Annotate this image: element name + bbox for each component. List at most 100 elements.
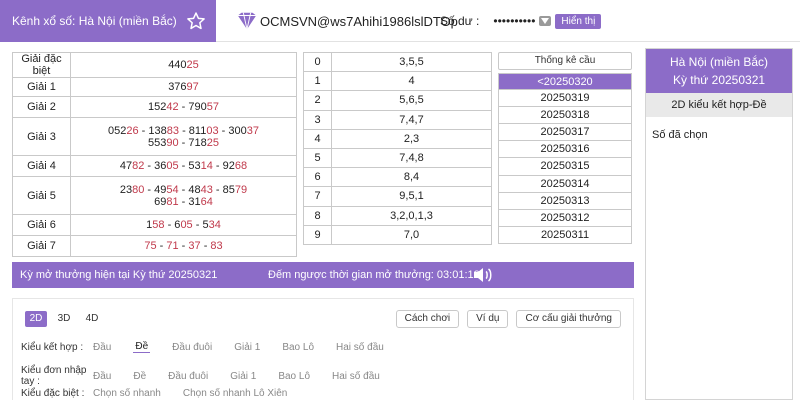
countdown-bar: Kỳ mở thưởng hiện tại Kỳ thứ 20250321 Đế… <box>12 262 634 288</box>
prize-tail-digits: 83 <box>166 124 180 137</box>
tab-4d[interactable]: 4D <box>81 311 103 327</box>
prize-numbers: 4782 - 3605 - 5314 - 9268 <box>70 155 297 177</box>
prize-numbers: 15242 - 79057 <box>70 96 297 118</box>
period-date-item[interactable]: 20250314 <box>498 175 632 193</box>
bet-option[interactable]: Giải 1 <box>234 342 260 353</box>
prize-name: Giải 1 <box>12 77 71 97</box>
head-tail-row: 5 7,4,8 <box>303 147 492 169</box>
period-date-item[interactable]: 20250313 <box>498 192 632 210</box>
prize-tail-digits: 54 <box>166 183 179 196</box>
region-title: Hà Nội (miền Bắc) <box>669 55 769 69</box>
prize-line: 55390 - 71825 <box>71 137 296 149</box>
bet-option[interactable]: Đề <box>133 341 151 353</box>
bet-option[interactable]: Hai số đầu <box>332 371 380 382</box>
period-date-item[interactable]: 20250316 <box>498 141 632 159</box>
prize-digits: 376 <box>168 81 187 93</box>
tail-values: 7,4,7 <box>331 109 492 130</box>
tab-2d[interactable]: 2D <box>25 311 47 327</box>
prize-numbers: 158 - 605 - 534 <box>70 214 297 236</box>
example-button[interactable]: Ví dụ <box>467 310 509 328</box>
prize-row: Giải 2 15242 - 79057 <box>12 96 297 118</box>
prize-tail-digits: 26 <box>126 124 139 137</box>
balance-toggle-button[interactable] <box>539 16 552 26</box>
prize-digits: 440 <box>168 59 187 71</box>
balance-value: •••••••••• <box>493 14 536 28</box>
period-date-item[interactable]: 20250319 <box>498 90 632 108</box>
prize-name: Giải 7 <box>12 235 71 257</box>
bet-option[interactable]: Hai số đầu <box>336 342 384 353</box>
prize-row: Giải 1 37697 <box>12 77 297 97</box>
prize-row: Giải 3 05226 - 13883 - 81103 - 30037 55390… <box>12 117 297 156</box>
prize-tail-digits: 43 <box>200 183 213 196</box>
prize-digits: - 811 <box>179 124 207 137</box>
prize-digits: 553 <box>148 136 167 149</box>
bet-option[interactable]: Đầu <box>93 342 111 353</box>
prize-name: Giải 5 <box>12 176 71 215</box>
period-date-item[interactable]: 20250315 <box>498 158 632 176</box>
head-digit: 0 <box>303 51 332 73</box>
prize-digits: - <box>156 240 167 252</box>
chosen-numbers-label: Số đã chọn <box>652 129 708 141</box>
prize-tail-digits: 42 <box>166 101 179 113</box>
head-tail-row: 6 8,4 <box>303 167 492 188</box>
prize-tail-digits: 25 <box>186 59 199 71</box>
bet-option[interactable]: Đề <box>133 371 146 382</box>
prize-digits: 052 <box>108 124 127 137</box>
period-date-item[interactable]: 20250311 <box>498 226 632 244</box>
prize-numbers: 75 - 71 - 37 - 83 <box>70 235 297 257</box>
favorite-star-button[interactable] <box>184 9 208 33</box>
tail-values: 7,0 <box>331 224 492 245</box>
tail-values: 3,5,5 <box>331 51 492 73</box>
head-digit: 2 <box>303 90 332 111</box>
bet-option[interactable]: Giải 1 <box>230 371 256 382</box>
game-panel: 2D 3D 4D Cách chơi Ví dụ Cơ cấu giải thưởng … <box>12 298 634 400</box>
star-icon <box>187 12 205 30</box>
current-period-text: Kỳ mở thưởng hiện tại Kỳ thứ 20250321 <box>20 269 218 281</box>
prize-digits: - 138 <box>138 124 167 137</box>
prize-digits: - 790 <box>178 101 207 113</box>
period-date-list: <20250320 20250319 20250318 20250317 2025031… <box>498 73 632 244</box>
prize-tail-digits: 03 <box>206 124 219 137</box>
prize-line: 15242 - 79057 <box>71 101 296 113</box>
bet-row-combined: Kiểu kết hợp : Đầu Đề Đầu đuôi Giải 1 Bao Lô H… <box>21 341 406 353</box>
bet-type-label: 2D kiểu kết hợp-Đề <box>646 93 792 117</box>
prize-tail-digits: 37 <box>188 240 201 252</box>
prize-numbers: 05226 - 13883 - 81103 - 30037 55390 - 718… <box>70 117 297 156</box>
prize-line: 44025 <box>71 59 296 71</box>
bet-option[interactable]: Chọn số nhanh <box>93 388 161 399</box>
prize-digits: 69 <box>154 195 167 208</box>
head-tail-row: 14 <box>303 71 492 92</box>
bet-option[interactable]: Chọn số nhanh Lô Xiên <box>183 388 288 399</box>
head-digit: 7 <box>303 186 332 207</box>
bet-row-label: Kiểu đặc biệt : <box>21 388 85 399</box>
prize-digits: 23 <box>119 183 133 196</box>
bet-option[interactable]: Bao Lô <box>278 371 310 382</box>
bet-option[interactable]: Bao Lô <box>282 342 314 353</box>
period-date-item[interactable]: 20250318 <box>498 107 632 125</box>
prize-digits: - 92 <box>212 160 235 172</box>
tail-values: 3,2,0,1,3 <box>331 205 492 226</box>
prize-numbers: 2380 - 4954 - 4843 - 8579 6981 - 3164 <box>70 176 297 215</box>
username: OCMSVN@ws7Ahihi1986lslDTOp <box>260 13 458 29</box>
bet-option[interactable]: Đầu <box>93 371 111 382</box>
prize-digits: - <box>200 240 211 252</box>
how-to-play-button[interactable]: Cách chơi <box>395 310 460 328</box>
bet-option[interactable]: Đầu đuôi <box>168 371 208 382</box>
prize-digits: - 48 <box>178 183 201 196</box>
prize-line: 6981 - 3164 <box>71 196 296 208</box>
sound-toggle-button[interactable] <box>472 265 494 285</box>
head-digit: 5 <box>303 147 332 169</box>
head-tail-row: 3 7,4,7 <box>303 109 492 130</box>
stats-button[interactable]: Thống kê cầu <box>498 52 632 70</box>
prize-digits: - 36 <box>144 160 167 172</box>
prize-digits: - 53 <box>178 160 201 172</box>
top-bar: Kênh xổ số: Hà Nội (miền Bắc) OCMSVN@ws7… <box>0 0 800 42</box>
period-date-item[interactable]: <20250320 <box>498 73 632 91</box>
prize-line: 4782 - 3605 - 5314 - 9268 <box>71 160 296 172</box>
period-date-item[interactable]: 20250317 <box>498 124 632 142</box>
show-balance-button[interactable]: Hiển thị <box>555 13 602 29</box>
period-date-item[interactable]: 20250312 <box>498 209 632 227</box>
tab-3d[interactable]: 3D <box>53 311 75 327</box>
bet-option[interactable]: Đầu đuôi <box>172 342 212 353</box>
prize-structure-button[interactable]: Cơ cấu giải thưởng <box>516 310 621 328</box>
